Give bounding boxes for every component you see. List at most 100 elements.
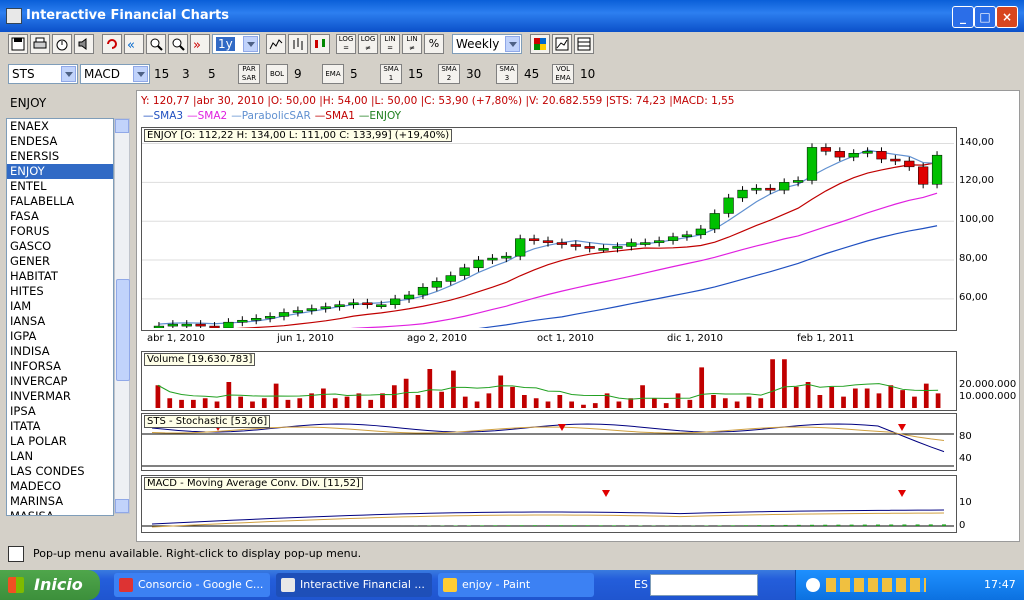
- sma1-value[interactable]: 15: [408, 67, 423, 81]
- chevron-down-icon[interactable]: [243, 36, 258, 52]
- chevron-down-icon[interactable]: [61, 66, 76, 82]
- macd-histogram-bar: [466, 525, 471, 526]
- sma3-button[interactable]: SMA 3: [496, 64, 518, 84]
- par-sar-button[interactable]: PAR SAR: [238, 64, 260, 84]
- candle: [667, 236, 679, 241]
- vol-ema-button[interactable]: VOL EMA: [552, 64, 574, 84]
- chart-window-icon[interactable]: [552, 34, 572, 54]
- table-icon[interactable]: [574, 34, 594, 54]
- candle: [542, 240, 554, 243]
- symbol-list-item[interactable]: ENJOY: [7, 164, 113, 179]
- task-interactive-financial[interactable]: Interactive Financial ...: [276, 573, 432, 597]
- symbol-list-item[interactable]: FORUS: [7, 224, 113, 239]
- sma2-value[interactable]: 30: [466, 67, 481, 81]
- sound-icon[interactable]: [74, 34, 94, 54]
- log-equal-button[interactable]: LOG =: [336, 34, 356, 54]
- symbol-list[interactable]: ENAEX ENDESA ENERSIS ENJOY ENTEL FALABELLA FAS…: [6, 118, 114, 516]
- zoom-out-icon[interactable]: [168, 34, 188, 54]
- symbol-list-item[interactable]: ENTEL: [7, 179, 113, 194]
- symbol-list-item[interactable]: HITES: [7, 284, 113, 299]
- lin-equal-button[interactable]: LIN =: [380, 34, 400, 54]
- stochastic-panel[interactable]: STS - Stochastic [53,06]: [141, 413, 957, 471]
- bar-chart-icon[interactable]: [288, 34, 308, 54]
- macd-histogram-bar: [717, 525, 722, 526]
- tray-icons[interactable]: [826, 578, 926, 592]
- volume-panel[interactable]: Volume [19.630.783]: [141, 351, 957, 411]
- symbol-list-item[interactable]: MARINSA: [7, 494, 113, 509]
- symbol-list-scrollbar[interactable]: [114, 118, 130, 514]
- percent-button[interactable]: %: [424, 34, 444, 54]
- chart-area[interactable]: Y: 120,77 |abr 30, 2010 |O: 50,00 |H: 54…: [136, 90, 1020, 542]
- symbol-list-item[interactable]: IANSA: [7, 314, 113, 329]
- ema-value[interactable]: 5: [350, 67, 358, 81]
- symbol-list-item[interactable]: GENER: [7, 254, 113, 269]
- symbol-list-item[interactable]: MADECO: [7, 479, 113, 494]
- symbol-list-item[interactable]: IGPA: [7, 329, 113, 344]
- macd-param-3[interactable]: 5: [208, 67, 216, 81]
- symbol-list-item[interactable]: INFORSA: [7, 359, 113, 374]
- symbol-list-item[interactable]: LA POLAR: [7, 434, 113, 449]
- symbol-list-item[interactable]: IAM: [7, 299, 113, 314]
- symbol-list-item[interactable]: ENDESA: [7, 134, 113, 149]
- line-chart-icon[interactable]: [266, 34, 286, 54]
- symbol-list-item[interactable]: GASCO: [7, 239, 113, 254]
- symbol-list-item[interactable]: ENAEX: [7, 119, 113, 134]
- sma1-button[interactable]: SMA 1: [380, 64, 402, 84]
- macd-param-2[interactable]: 3: [182, 67, 190, 81]
- close-button[interactable]: ×: [996, 6, 1018, 28]
- clock[interactable]: 17:47: [984, 578, 1016, 591]
- vol-ema-value[interactable]: 10: [580, 67, 595, 81]
- macd-param-1[interactable]: 15: [154, 67, 169, 81]
- popup-menu-icon[interactable]: [8, 546, 24, 562]
- sma3-value[interactable]: 45: [524, 67, 539, 81]
- color-palette-icon[interactable]: [530, 34, 550, 54]
- back-icon[interactable]: [806, 578, 820, 592]
- print-icon[interactable]: [30, 34, 50, 54]
- period-select[interactable]: 1y: [212, 34, 260, 54]
- symbol-list-item[interactable]: IPSA: [7, 404, 113, 419]
- forward-icon[interactable]: »: [190, 34, 210, 54]
- language-indicator[interactable]: ES: [634, 578, 648, 591]
- symbol-list-item[interactable]: FASA: [7, 209, 113, 224]
- refresh-icon[interactable]: [102, 34, 122, 54]
- candle-chart-icon[interactable]: [310, 34, 330, 54]
- symbol-list-item[interactable]: FALABELLA: [7, 194, 113, 209]
- symbol-list-item[interactable]: HABITAT: [7, 269, 113, 284]
- zoom-in-icon[interactable]: [146, 34, 166, 54]
- symbol-list-item[interactable]: ENERSIS: [7, 149, 113, 164]
- indicator-select[interactable]: MACD: [80, 64, 150, 84]
- task-google-chrome[interactable]: Consorcio - Google C...: [114, 573, 270, 597]
- macd-panel[interactable]: MACD - Moving Average Conv. Div. [11,52]: [141, 475, 957, 533]
- bol-value[interactable]: 9: [294, 67, 302, 81]
- lin-not-equal-button[interactable]: LIN ≠: [402, 34, 422, 54]
- google-search-box[interactable]: [650, 574, 758, 596]
- scroll-up-icon[interactable]: [115, 119, 129, 133]
- chevron-down-icon[interactable]: [505, 36, 520, 52]
- symbol-list-item[interactable]: INDISA: [7, 344, 113, 359]
- log-not-equal-button[interactable]: LOG ≠: [358, 34, 378, 54]
- task-paint[interactable]: enjoy - Paint: [438, 573, 594, 597]
- scroll-down-icon[interactable]: [115, 499, 129, 513]
- symbol-list-item[interactable]: LAS CONDES: [7, 464, 113, 479]
- timer-icon[interactable]: [52, 34, 72, 54]
- symbol-list-item[interactable]: INVERCAP: [7, 374, 113, 389]
- maximize-button[interactable]: □: [974, 6, 996, 28]
- symbol-list-item[interactable]: INVERMAR: [7, 389, 113, 404]
- symbol-select[interactable]: STS: [8, 64, 78, 84]
- minimize-button[interactable]: _: [952, 6, 974, 28]
- symbol-list-item[interactable]: ITATA: [7, 419, 113, 434]
- price-panel[interactable]: ENJOY [O: 112,22 H: 134,00 L: 111,00 C: …: [141, 127, 957, 331]
- chevron-down-icon[interactable]: [133, 66, 148, 82]
- interval-select[interactable]: Weekly: [452, 34, 522, 54]
- ema-button[interactable]: EMA: [322, 64, 344, 84]
- start-button[interactable]: Inicio: [0, 570, 100, 600]
- rewind-icon[interactable]: «: [124, 34, 144, 54]
- candle: [779, 182, 790, 191]
- save-icon[interactable]: [8, 34, 28, 54]
- scroll-thumb[interactable]: [116, 279, 130, 381]
- sma2-button[interactable]: SMA 2: [438, 64, 460, 84]
- symbol-list-item[interactable]: MASISA: [7, 509, 113, 515]
- symbol-list-item[interactable]: LAN: [7, 449, 113, 464]
- bol-button[interactable]: BOL: [266, 64, 288, 84]
- legend-item: —SMA3: [143, 110, 184, 122]
